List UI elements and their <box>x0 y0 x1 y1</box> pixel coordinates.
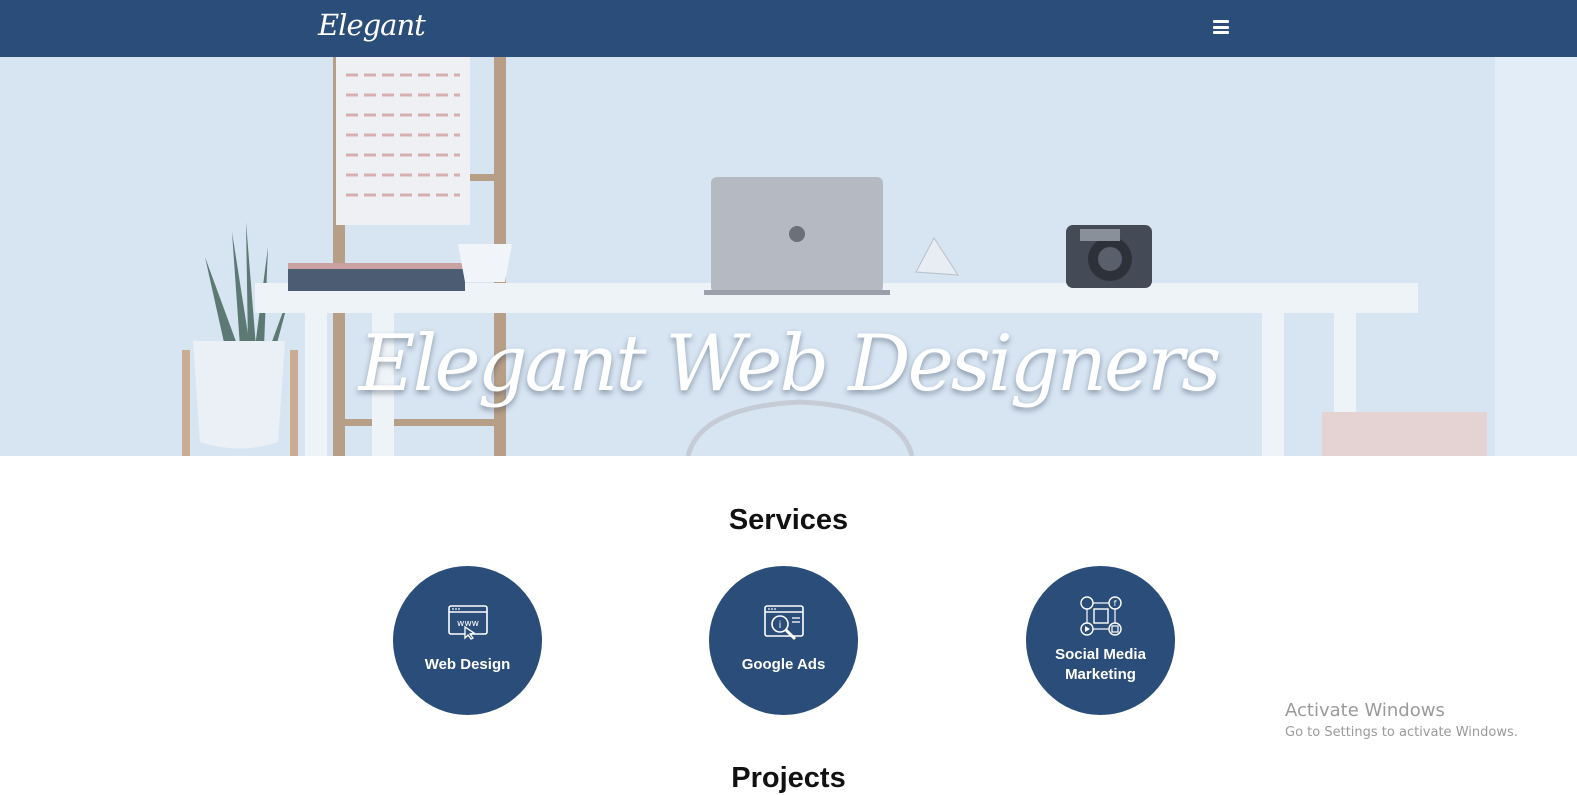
svg-text:www: www <box>456 619 478 629</box>
watermark-subtitle: Go to Settings to activate Windows. <box>1285 725 1518 740</box>
service-label: Google Ads <box>741 656 826 673</box>
service-social-media-marketing[interactable]: f Social Media Marketing <box>1026 566 1175 715</box>
service-label-line1: Social Media <box>1055 646 1146 663</box>
service-label: Web Design <box>424 656 511 673</box>
hero-title: Elegant Web Designers <box>358 319 1222 409</box>
svg-text:i: i <box>778 620 781 631</box>
brand-logo[interactable]: Elegant <box>318 8 426 42</box>
projects-heading: Projects <box>731 762 846 794</box>
service-google-ads[interactable]: i Google Ads <box>709 566 858 715</box>
hero-banner: Elegant Web Designers <box>0 57 1577 456</box>
service-label-line2: Marketing <box>1065 666 1136 683</box>
service-web-design[interactable]: www Web Design <box>393 566 542 715</box>
search-browser-icon: i <box>763 605 804 641</box>
svg-text:f: f <box>1113 599 1116 608</box>
social-media-icon: f <box>1079 596 1122 636</box>
services-heading: Services <box>728 504 849 536</box>
windows-activation-watermark: Activate Windows Go to Settings to activ… <box>1285 700 1518 740</box>
watermark-title: Activate Windows <box>1285 700 1445 721</box>
top-navbar: Elegant <box>0 0 1577 57</box>
hamburger-icon[interactable] <box>1213 20 1229 34</box>
www-browser-icon: www <box>447 605 488 640</box>
